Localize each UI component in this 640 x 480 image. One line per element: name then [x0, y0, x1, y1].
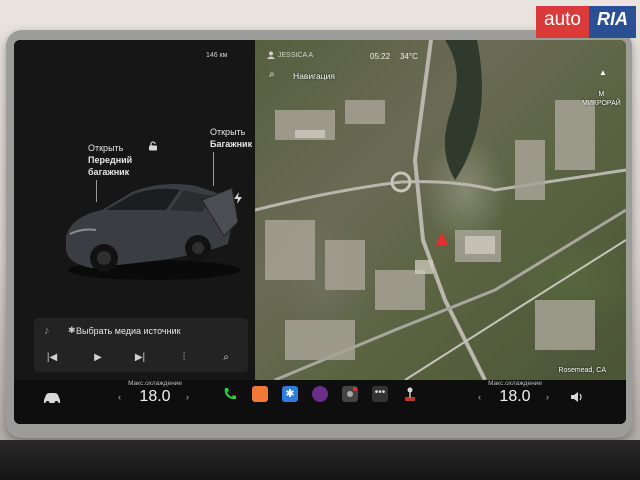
car-controls-icon[interactable] [42, 390, 62, 406]
watermark-ria: RIA [589, 6, 636, 38]
joystick-icon[interactable] [402, 386, 418, 402]
volume-icon[interactable] [570, 390, 584, 404]
media-source-selector[interactable]: ♪ ✱ Выбрать медиа источник [34, 318, 248, 344]
satellite-imagery [255, 40, 626, 380]
next-track-button[interactable]: ▶| [132, 352, 148, 363]
podcast-icon[interactable] [252, 386, 268, 402]
camera-icon[interactable] [312, 386, 328, 402]
equalizer-button[interactable]: ⫶ [176, 352, 192, 363]
car-panel: Открыть Передний багажник Открыть Багажн… [14, 40, 255, 380]
map-location-label: Rosemead, CA [558, 367, 606, 374]
watermark: auto RIA [536, 6, 636, 38]
outside-temperature: 34°C [400, 52, 418, 61]
climate-driver-mode: Макс.охлаждение [128, 380, 182, 387]
front-trunk-line1: Передний [88, 155, 133, 165]
climate-passenger-mode: Макс.охлаждение [488, 380, 542, 387]
navigation-search-bar[interactable]: ⌕ Навигация [255, 68, 445, 84]
rear-trunk-line1: Багажник [210, 139, 253, 149]
climate-passenger: Макс.охлаждение ‹ 18.0 › [470, 380, 560, 424]
bluetooth-small-icon: ✱ [68, 325, 76, 335]
rear-trunk-action: Открыть [210, 127, 246, 137]
driver-temp-up-button[interactable]: › [186, 392, 189, 402]
search-icon: ⌕ [269, 69, 275, 80]
user-profile-icon[interactable] [267, 51, 275, 59]
music-note-icon: ♪ [44, 325, 50, 337]
climate-driver: Макс.охлаждение ‹ 18.0 › [110, 380, 200, 424]
media-source-prompt: Выбрать медиа источник [76, 326, 181, 336]
clock: 05:22 [370, 52, 391, 61]
media-search-button[interactable]: ⌕ [218, 352, 234, 363]
unlock-icon[interactable] [148, 141, 158, 151]
dashcam-icon[interactable] [342, 386, 358, 402]
vehicle-position-marker [436, 232, 448, 245]
passenger-temp-up-button[interactable]: › [546, 392, 549, 402]
watermark-auto: auto [536, 6, 589, 38]
media-player-card: ♪ ✱ Выбрать медиа источник |◀ ▶ ▶| ⫶ ⌕ [34, 318, 248, 372]
front-trunk-action: Открыть [88, 143, 124, 153]
bluetooth-icon[interactable]: ✱ [282, 386, 298, 402]
bottom-dock: Макс.охлаждение ‹ 18.0 › ✱ ••• Макс.охла… [14, 380, 626, 424]
play-button[interactable]: ▶ [90, 352, 106, 363]
open-rear-trunk-button[interactable]: Открыть Багажник [210, 126, 252, 150]
user-profile-name[interactable]: JESSICA A [278, 52, 313, 59]
compass-icon[interactable]: ▲ [599, 68, 607, 77]
previous-track-button[interactable]: |◀ [44, 352, 60, 363]
map-area-label: М МИКРОРАЙ [582, 91, 621, 107]
navigation-map[interactable]: ⌕ Навигация ▲ М МИКРОРАЙ Rosemead, CA [255, 40, 626, 380]
navigation-label: Навигация [293, 71, 335, 81]
battery-range: 146 км [206, 52, 228, 59]
car-model-icon [66, 184, 240, 280]
dashboard-trim [0, 440, 640, 480]
phone-icon[interactable] [222, 386, 238, 402]
more-icon[interactable]: ••• [372, 386, 388, 402]
touchscreen: Открыть Передний багажник Открыть Багажн… [14, 40, 626, 424]
